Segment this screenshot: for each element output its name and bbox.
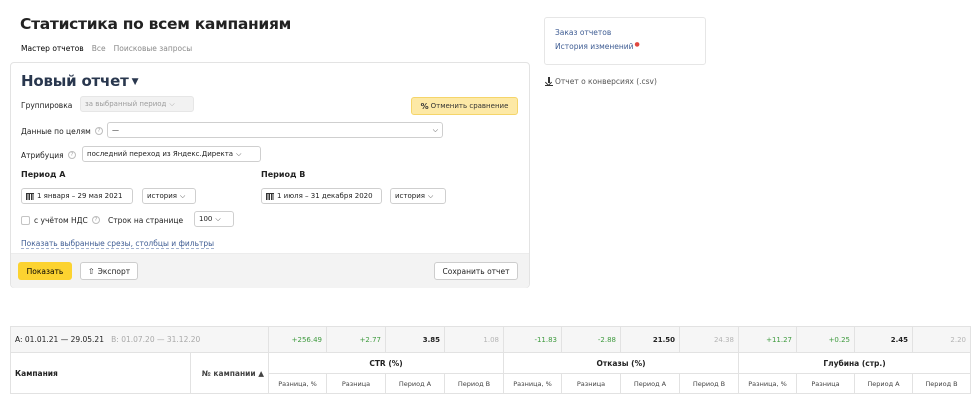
period-a-dates-text: 1 января – 29 мая 2021 — [37, 192, 123, 200]
upload-icon: ⇧ — [87, 266, 95, 276]
column-header-period-b[interactable]: Период B — [679, 373, 740, 394]
report-title[interactable]: Новый отчет ▼ — [21, 72, 139, 90]
column-header-diff-pct[interactable]: Разница, % — [268, 373, 328, 394]
summary-cell: 2.20 — [912, 326, 972, 353]
stats-table: A: 01.01.21 — 29.05.21 B: 01.07.20 — 31.… — [9, 326, 972, 394]
notification-dot-icon: ● — [634, 41, 640, 48]
grouping-value: за выбранный период — [85, 100, 167, 108]
page-title: Статистика по всем кампаниям — [20, 15, 292, 33]
save-report-button[interactable]: Сохранить отчет — [434, 262, 518, 280]
period-range-cell: A: 01.01.21 — 29.05.21 B: 01.07.20 — 31.… — [9, 326, 270, 353]
cancel-compare-label: Отменить сравнение — [430, 102, 509, 110]
calendar-icon — [266, 192, 274, 200]
report-tabs: Мастер отчетов Все Поисковые запросы — [21, 44, 192, 53]
rows-per-page-label: Строк на странице — [108, 216, 184, 225]
percent-icon: % — [420, 101, 429, 111]
conversions-csv-link[interactable]: Отчет о конверсиях (.csv) — [545, 77, 657, 86]
column-header-diff[interactable]: Разница — [796, 373, 856, 394]
tab-search-queries[interactable]: Поисковые запросы — [114, 44, 193, 53]
report-panel: Новый отчет ▼ Группировка за выбранный пе… — [10, 62, 530, 288]
rows-per-page-select[interactable]: 100 ⌵ — [194, 211, 234, 227]
period-b-dates-text: 1 июля – 31 декабря 2020 — [277, 192, 373, 200]
chevron-down-icon: ⌵ — [432, 125, 438, 134]
order-reports-link[interactable]: Заказ отчетов — [555, 28, 611, 37]
attribution-select[interactable]: последний переход из Яндекс.Директа ⌵ — [82, 146, 261, 162]
cancel-compare-button[interactable]: % Отменить сравнение — [411, 97, 518, 115]
tab-report-master[interactable]: Мастер отчетов — [21, 44, 84, 53]
column-header-campaign-number[interactable]: № кампании ▲ — [189, 352, 270, 394]
summary-cell: 1.08 — [444, 326, 505, 353]
column-header-period-b[interactable]: Период B — [912, 373, 972, 394]
group-header-ctr: CTR (%) — [268, 352, 505, 374]
show-button[interactable]: Показать — [18, 262, 72, 280]
summary-cell: 3.85 — [385, 326, 446, 353]
period-b-range: B: 01.07.20 — 31.12.20 — [111, 335, 201, 344]
vat-label: с учётом НДС — [34, 216, 88, 225]
conversions-csv-label: Отчет о конверсиях (.csv) — [555, 77, 657, 86]
period-a-dates[interactable]: 1 января – 29 мая 2021 — [21, 188, 133, 204]
column-header-diff[interactable]: Разница — [326, 373, 387, 394]
group-header-depth: Глубина (стр.) — [738, 352, 972, 374]
period-a-label: Период А — [21, 170, 66, 179]
chevron-down-icon: ⌵ — [236, 149, 242, 158]
chevron-down-icon: ⌵ — [179, 191, 186, 200]
goals-select[interactable]: — ⌵ — [107, 122, 443, 138]
help-icon[interactable]: ? — [95, 127, 103, 135]
chevron-down-icon: ⌵ — [427, 191, 434, 200]
report-title-text: Новый отчет — [21, 72, 129, 90]
attribution-label: Атрибуция — [21, 151, 64, 160]
help-icon[interactable]: ? — [92, 216, 100, 224]
period-b-label: Период В — [261, 170, 306, 179]
column-header-period-a[interactable]: Период A — [620, 373, 681, 394]
summary-cell: 21.50 — [620, 326, 681, 353]
summary-cell: +2.77 — [326, 326, 387, 353]
tab-all[interactable]: Все — [92, 44, 106, 53]
period-a-range: A: 01.01.21 — 29.05.21 — [15, 335, 104, 344]
help-icon[interactable]: ? — [68, 151, 76, 159]
history-row: История изменений● — [555, 41, 640, 51]
caret-down-icon: ▼ — [131, 77, 139, 87]
calendar-icon — [26, 192, 34, 200]
history-link[interactable]: История изменений — [555, 42, 634, 51]
grouping-label: Группировка — [21, 101, 73, 110]
period-b-dates[interactable]: 1 июля – 31 декабря 2020 — [261, 188, 382, 204]
summary-cell: +0.25 — [796, 326, 856, 353]
report-footer: Показать ⇧ Экспорт Сохранить отчет — [11, 253, 529, 288]
period-b-mode: история — [395, 192, 425, 200]
chevron-down-icon: ⌵ — [215, 214, 221, 223]
chevron-down-icon: ⌵ — [169, 99, 175, 108]
column-header-diff-pct[interactable]: Разница, % — [503, 373, 563, 394]
column-header-diff[interactable]: Разница — [561, 373, 622, 394]
vat-checkbox[interactable] — [21, 216, 30, 225]
show-filters-link[interactable]: Показать выбранные срезы, столбцы и филь… — [21, 239, 215, 249]
summary-cell: 24.38 — [679, 326, 740, 353]
summary-cell: -2.88 — [561, 326, 622, 353]
period-a-mode-select[interactable]: история ⌵ — [142, 188, 196, 204]
summary-cell: +256.49 — [268, 326, 328, 353]
attribution-value: последний переход из Яндекс.Директа — [87, 150, 234, 158]
column-header-period-b[interactable]: Период B — [444, 373, 505, 394]
goals-label: Данные по целям — [21, 127, 91, 136]
side-links-box: Заказ отчетов История изменений● — [544, 17, 706, 65]
group-header-bounces: Отказы (%) — [503, 352, 740, 374]
summary-cell: -11.83 — [503, 326, 563, 353]
export-button[interactable]: ⇧ Экспорт — [80, 262, 138, 280]
goals-value: — — [112, 126, 119, 134]
summary-cell: +11.27 — [738, 326, 798, 353]
column-header-period-a[interactable]: Период A — [854, 373, 914, 394]
period-b-mode-select[interactable]: история ⌵ — [390, 188, 446, 204]
summary-row: A: 01.01.21 — 29.05.21 B: 01.07.20 — 31.… — [9, 326, 972, 353]
period-a-mode: история — [147, 192, 177, 200]
export-label: Экспорт — [97, 266, 131, 276]
column-header-diff-pct[interactable]: Разница, % — [738, 373, 798, 394]
rows-per-page-value: 100 — [199, 215, 213, 223]
column-header-campaign[interactable]: Кампания — [10, 352, 191, 394]
header-row: Кампания № кампании ▲ CTR (%) Отказы (%)… — [10, 352, 972, 394]
download-icon — [545, 77, 553, 86]
column-header-period-a[interactable]: Период A — [385, 373, 446, 394]
grouping-select[interactable]: за выбранный период ⌵ — [80, 96, 194, 112]
summary-cell: 2.45 — [854, 326, 914, 353]
